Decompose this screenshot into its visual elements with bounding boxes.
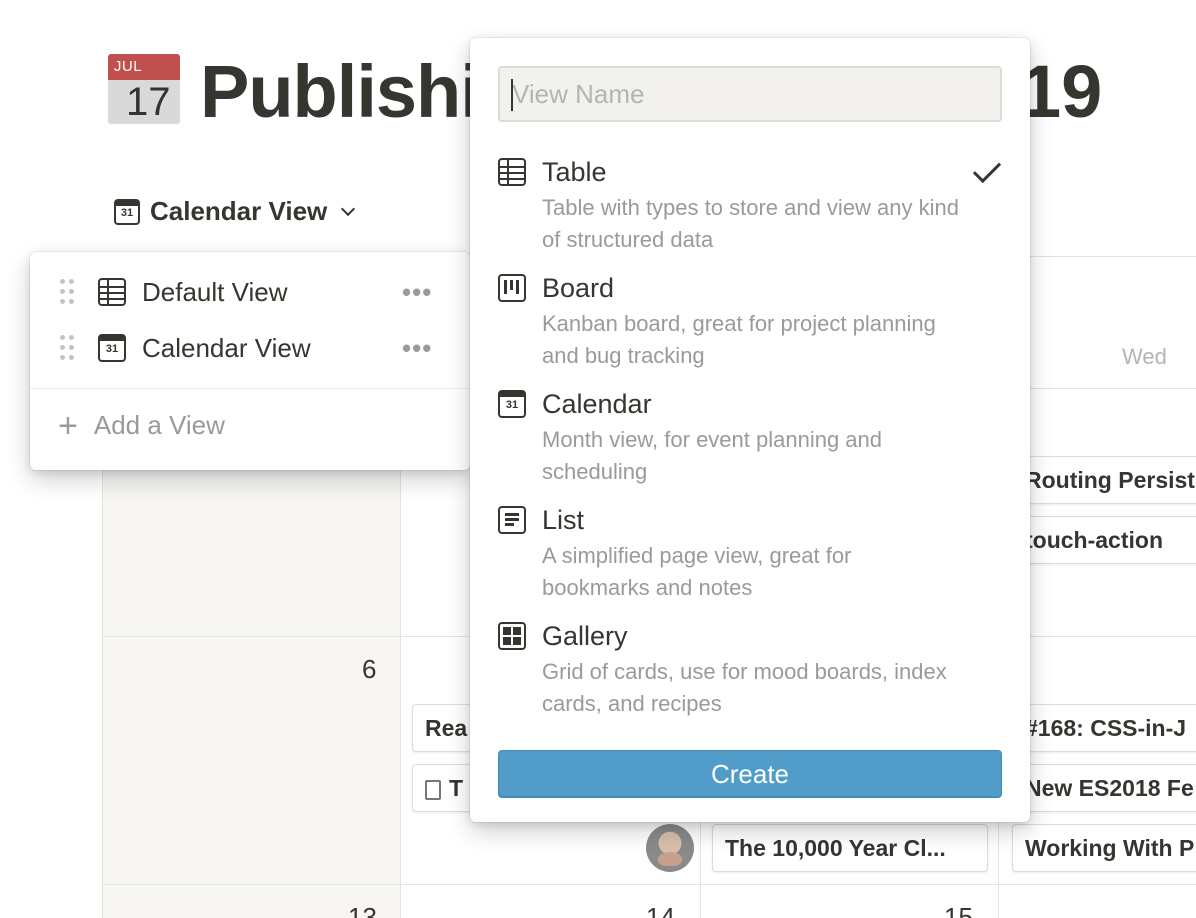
text-caret [511, 79, 513, 111]
view-type-name: Calendar [542, 389, 652, 419]
view-switcher-label: Calendar View [150, 196, 328, 226]
view-type-description: Grid of cards, use for mood boards, inde… [542, 659, 947, 716]
avatar[interactable] [646, 824, 694, 872]
divider [30, 388, 470, 389]
view-name-input[interactable] [498, 66, 1002, 122]
view-type-name: Gallery [542, 621, 628, 651]
create-view-popup: Table Table with types to store and view… [470, 38, 1030, 822]
view-type-description: A simplified page view, great for bookma… [542, 543, 852, 600]
calendar-icon: 31 [98, 334, 126, 362]
calendar-icon-month: JUL [113, 58, 143, 75]
event-card[interactable]: Routing Persist [1012, 456, 1196, 504]
day-number: 15 [944, 902, 973, 918]
grid-line [102, 884, 1196, 885]
table-icon [98, 278, 126, 306]
drag-handle-icon[interactable] [60, 335, 74, 361]
view-type-list[interactable]: List A simplified page view, great for b… [470, 504, 1030, 616]
event-card[interactable]: touch-action [1012, 516, 1196, 564]
add-view-button[interactable]: + Add a View [58, 406, 225, 445]
view-type-board[interactable]: Board Kanban board, great for project pl… [470, 272, 1030, 384]
more-options-icon[interactable]: ••• [402, 333, 432, 364]
view-type-description: Kanban board, great for project planning… [542, 311, 936, 368]
table-icon [498, 158, 526, 186]
view-item-label: Calendar View [142, 332, 311, 363]
create-button[interactable]: Create [498, 750, 1002, 798]
view-type-name: Table [542, 157, 607, 187]
page-calendar-icon[interactable]: JUL 17 [108, 54, 180, 124]
gallery-icon [498, 622, 526, 650]
drag-handle-icon[interactable] [60, 279, 74, 305]
plus-icon: + [58, 406, 78, 445]
calendar-icon: 31 [114, 198, 140, 225]
page-title-tail[interactable]: 19 [1020, 52, 1102, 132]
page-title[interactable]: Publishi [200, 52, 481, 132]
view-item-calendar[interactable]: 31 Calendar View ••• [30, 322, 470, 374]
view-item-default[interactable]: Default View ••• [30, 266, 470, 318]
board-icon [498, 274, 526, 302]
event-card[interactable]: The 10,000 Year Cl... [712, 824, 988, 872]
view-type-name: Board [542, 273, 615, 303]
view-switcher-button[interactable]: 31 Calendar View [114, 196, 356, 227]
add-view-label: Add a View [93, 410, 225, 440]
chevron-down-icon [341, 201, 356, 216]
event-card[interactable]: Working With P [1012, 824, 1196, 872]
day-number: 14 [646, 902, 675, 918]
day-header-wed: Wed [1122, 344, 1167, 369]
calendar-icon: 31 [498, 390, 526, 418]
view-type-table[interactable]: Table Table with types to store and view… [470, 154, 1030, 268]
checkmark-icon [972, 154, 1002, 184]
view-item-label: Default View [142, 276, 288, 307]
views-list-popup: Default View ••• 31 Calendar View ••• + … [30, 252, 470, 470]
list-icon [498, 506, 526, 534]
view-type-name: List [542, 505, 585, 535]
view-type-description: Month view, for event planning and sched… [542, 427, 883, 484]
view-type-gallery[interactable]: Gallery Grid of cards, use for mood boar… [470, 620, 1030, 732]
view-type-calendar[interactable]: 31 Calendar Month view, for event planni… [470, 388, 1030, 500]
calendar-icon-day: 17 [126, 80, 171, 124]
document-icon [425, 779, 441, 800]
day-number: 6 [362, 654, 377, 684]
event-card[interactable]: #168: CSS-in-J [1012, 704, 1196, 752]
more-options-icon[interactable]: ••• [402, 277, 432, 308]
event-card[interactable]: New ES2018 Fe [1012, 764, 1196, 812]
day-number: 13 [348, 902, 377, 918]
view-type-description: Table with types to store and view any k… [542, 195, 960, 252]
